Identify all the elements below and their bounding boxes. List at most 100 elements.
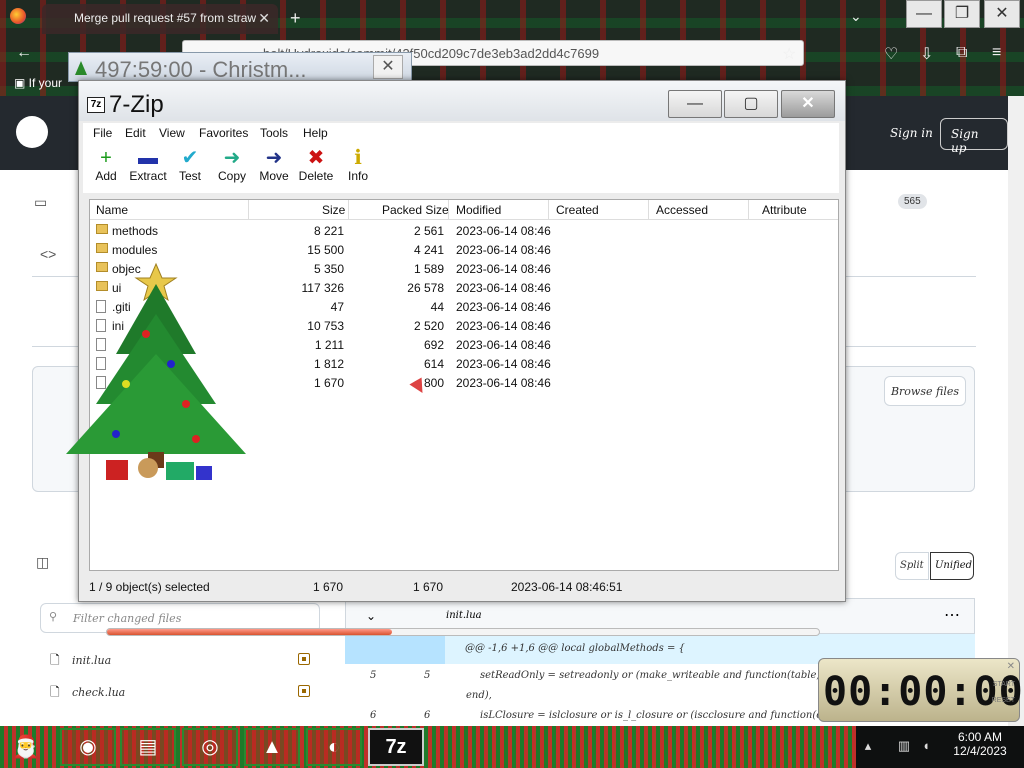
close-icon[interactable]: ✕	[373, 55, 403, 79]
pocket-icon[interactable]: ♡	[884, 44, 898, 64]
modified-icon	[298, 653, 310, 665]
cell-size: 1 670	[313, 376, 344, 390]
expand-gutter[interactable]	[345, 634, 445, 664]
cell-modified: 2023-06-14 08:46	[456, 281, 551, 295]
page-scrollbar[interactable]	[1008, 96, 1024, 726]
github-logo-icon[interactable]	[16, 116, 48, 148]
minimize-button[interactable]: —	[668, 90, 722, 118]
start-button-santa-icon[interactable]: 🎅	[4, 728, 48, 766]
file-explorer-taskbar-icon[interactable]: ▤	[120, 728, 176, 766]
cell-modified: 2023-06-14 08:46	[456, 376, 551, 390]
menu-tools[interactable]: Tools	[260, 126, 288, 140]
cell-modified: 2023-06-14 08:46	[456, 224, 551, 238]
status-modified: 2023-06-14 08:46:51	[511, 580, 623, 594]
close-button[interactable]: ✕	[781, 90, 835, 118]
column-size[interactable]: Size	[322, 203, 345, 217]
tool-test-button[interactable]: ✔ Test	[167, 147, 213, 183]
menu-edit[interactable]: Edit	[125, 126, 146, 140]
tool-label: Info	[347, 169, 368, 183]
title-bar[interactable]: 7z 7-Zip — ▢ ✕	[79, 81, 845, 121]
tool-extract-button[interactable]: ▬ Extract	[125, 147, 171, 183]
tool-label: Test	[178, 169, 201, 183]
extensions-icon[interactable]: ⧉	[956, 44, 967, 62]
tool-label: Move	[259, 169, 289, 183]
status-selected: 1 / 9 object(s) selected	[89, 580, 210, 594]
menu-favorites[interactable]: Favorites	[199, 126, 248, 140]
tool-copy-button[interactable]: ➜ Copy	[209, 147, 255, 183]
split-button[interactable]: Split	[895, 552, 929, 580]
column-created[interactable]: Created	[556, 203, 599, 217]
menu-file[interactable]: File	[93, 126, 112, 140]
sidebar-toggle-icon[interactable]: ◫	[36, 554, 49, 571]
hunk-text: @@ -1,6 +1,6 @@ local globalMethods = {	[465, 643, 685, 654]
tray-date: 12/4/2023	[953, 744, 1007, 758]
file-tree-item[interactable]: init.lua	[72, 654, 111, 667]
tab-close-icon[interactable]: ✕	[258, 10, 270, 27]
minimize-button[interactable]: —	[906, 0, 942, 28]
cell-name: methods	[112, 224, 159, 238]
restore-button[interactable]: ❐	[944, 0, 980, 28]
diff-file-name[interactable]: init.lua	[446, 610, 482, 621]
tool-label: Copy	[217, 169, 246, 183]
cell-modified: 2023-06-14 08:46	[456, 338, 551, 352]
network-icon[interactable]: ▥	[896, 738, 912, 754]
column-modified[interactable]: Modified	[456, 203, 501, 217]
close-button[interactable]: ✕	[984, 0, 1020, 28]
tool-label: Extract	[129, 169, 167, 183]
tab-strip: Merge pull request #57 from straw ✕ + ⌄ …	[0, 0, 1024, 36]
download-icon[interactable]: ⇩	[920, 44, 933, 64]
tab-title: Merge pull request #57 from straw	[74, 11, 257, 25]
line-number: 6	[370, 710, 377, 721]
menu-icon[interactable]: ≡	[992, 44, 1001, 62]
tool-delete-button[interactable]: ✖ Delete	[293, 147, 339, 183]
more-options-icon[interactable]: ⋯	[944, 605, 960, 625]
tool-add-button[interactable]: + Add	[83, 147, 129, 183]
tab-active[interactable]: Merge pull request #57 from straw ✕	[42, 4, 278, 34]
show-hidden-icon[interactable]: ▴	[860, 738, 876, 754]
chrome-taskbar-icon[interactable]: ◎	[182, 728, 238, 766]
column-name[interactable]: Name	[96, 203, 128, 217]
tool-info-button[interactable]: ℹ Info	[335, 147, 381, 183]
maximize-button[interactable]: ▢	[724, 90, 778, 118]
chevron-down-icon[interactable]: ⌄	[850, 8, 862, 25]
new-tab-button[interactable]: +	[290, 8, 301, 29]
stopwatch-widget[interactable]: ✕ 00:00:00 START RESET	[818, 658, 1023, 722]
column-packed-size[interactable]: Packed Size	[382, 203, 449, 217]
move-icon: ➜	[265, 147, 283, 169]
christmas-tree-taskbar-icon[interactable]: ▲	[244, 728, 300, 766]
unified-button[interactable]: Unified	[930, 552, 974, 580]
reset-button[interactable]: RESET	[992, 697, 1015, 704]
list-item[interactable]: methods 8 221 2 561 2023-06-14 08:46	[90, 222, 838, 241]
back-icon[interactable]: ←	[16, 44, 32, 62]
browse-files-button[interactable]: Browse files	[884, 376, 966, 406]
sevenzip-taskbar-icon[interactable]: 7z	[368, 728, 424, 766]
start-button[interactable]: START	[993, 681, 1015, 688]
messenger-taskbar-icon[interactable]: ◐	[306, 728, 362, 766]
chevron-down-icon[interactable]: ⌄	[366, 609, 376, 623]
cell-packed: 2 561	[413, 224, 444, 238]
menu-help[interactable]: Help	[303, 126, 328, 140]
volume-icon[interactable]: ◖	[918, 738, 934, 754]
menu-bar: File Edit View Favorites Tools Help	[83, 123, 839, 143]
star-icon[interactable]: ☆	[782, 44, 796, 64]
stopwatch-window[interactable]: 497:59:00 - Christm... ✕	[68, 52, 412, 82]
firefox-taskbar-icon[interactable]: ◉	[60, 728, 116, 766]
cell-modified: 2023-06-14 08:46	[456, 300, 551, 314]
tray-clock[interactable]: 6:00 AM 12/4/2023	[950, 730, 1010, 758]
cell-packed: 26 578	[407, 281, 444, 295]
add-icon: +	[100, 147, 112, 169]
bookmark-item[interactable]: ▣ If your	[14, 76, 62, 90]
sign-up-button[interactable]: Sign up	[940, 118, 1008, 155]
modified-icon	[298, 685, 310, 697]
status-size: 1 670	[313, 580, 344, 594]
christmas-tree-gadget[interactable]	[56, 254, 256, 490]
firefox-icon[interactable]	[10, 8, 26, 24]
file-tree-item[interactable]: check.lua	[72, 686, 125, 699]
sign-in-link[interactable]: Sign in	[880, 118, 943, 150]
column-accessed[interactable]: Accessed	[656, 203, 708, 217]
tool-move-button[interactable]: ➜ Move	[251, 147, 297, 183]
tray-time: 6:00 AM	[957, 730, 1003, 744]
code-icon: <>	[40, 246, 57, 262]
column-attributes[interactable]: Attribute	[762, 203, 807, 217]
menu-view[interactable]: View	[159, 126, 185, 140]
